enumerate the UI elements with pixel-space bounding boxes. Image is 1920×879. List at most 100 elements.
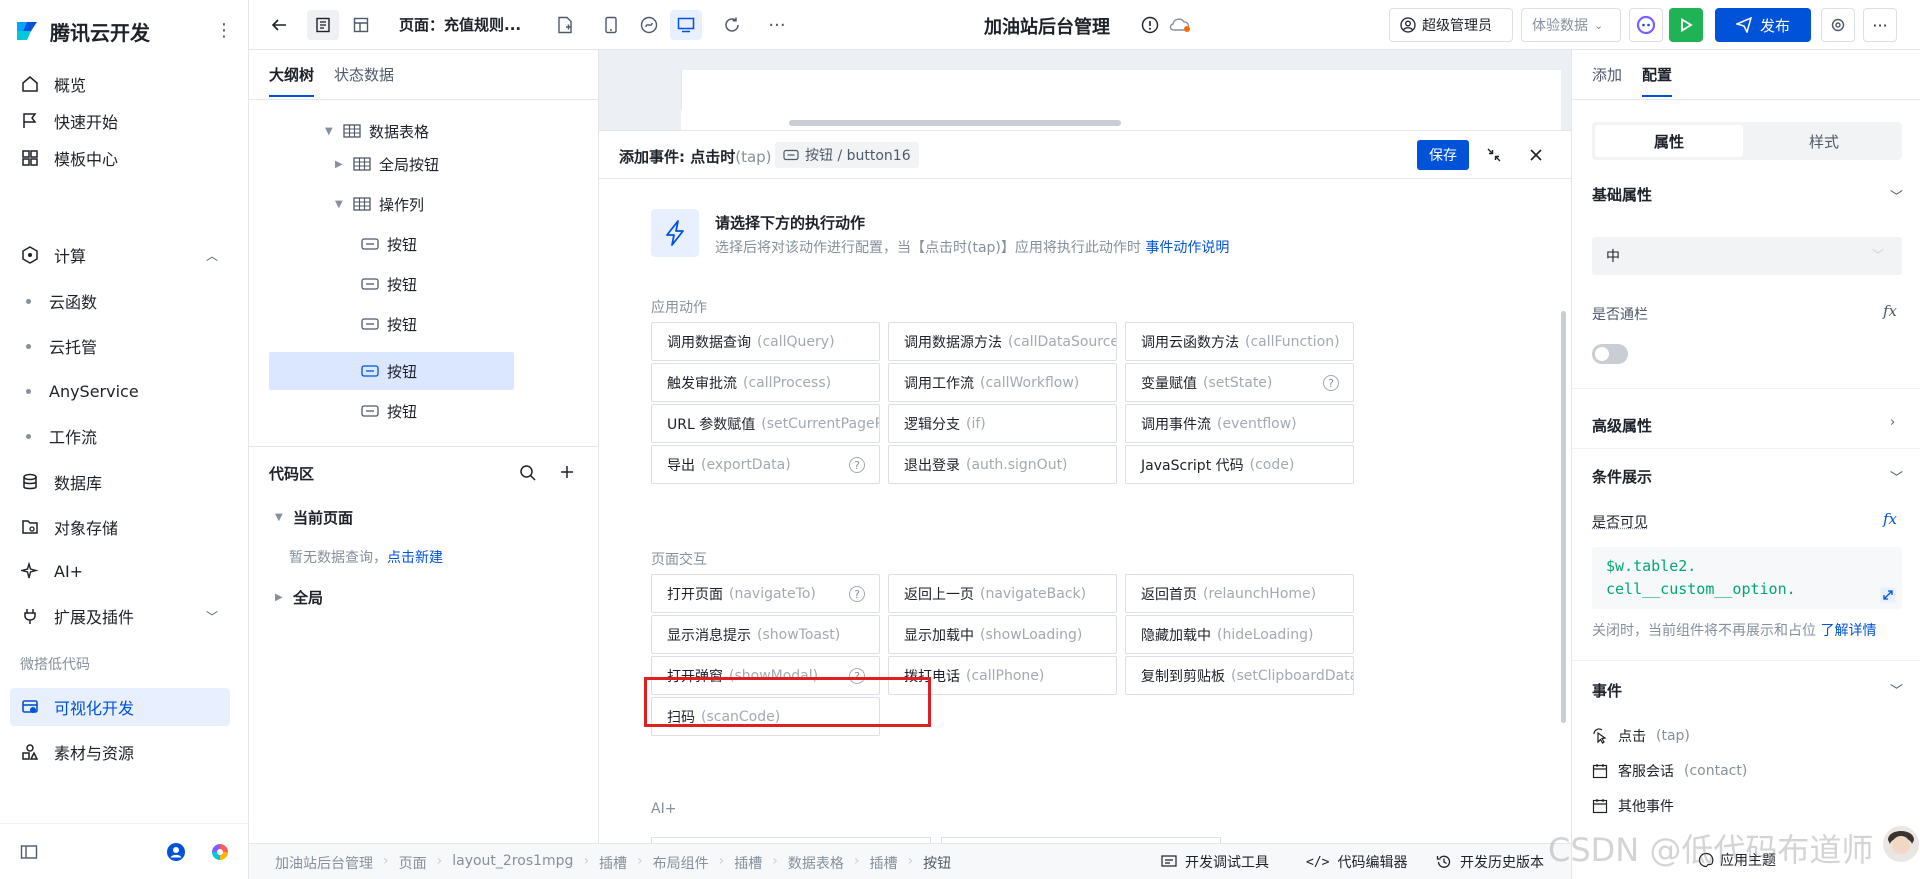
chevron-right-icon[interactable]: › [1890,415,1895,430]
code-global[interactable]: ▶ 全局 [275,578,323,616]
breadcrumb-item[interactable]: 插槽 [869,853,897,873]
dev-debug-tools-button[interactable]: 开发调试工具 [1161,852,1269,872]
sidebar-item-quickstart[interactable]: 快速开始 [10,102,230,140]
help-circle-icon[interactable]: ? [849,586,865,602]
sidebar-item-anyservice[interactable]: AnyService [10,372,230,410]
info-icon[interactable] [1134,10,1166,40]
size-select[interactable]: 中 ﹀ [1592,237,1902,275]
sidebar-item-overview[interactable]: 概览 [10,65,230,103]
tree-node-button-selected[interactable]: 按钮 [269,352,514,390]
breadcrumb-item[interactable]: 页面 [399,853,427,873]
action-button[interactable]: 调用数据源方法 (callDataSource) [888,322,1117,361]
action-button[interactable]: JavaScript 代码 (code) [1125,445,1354,484]
canvas-horizontal-scrollbar[interactable] [789,120,1121,126]
sidebar-item-cloudrun[interactable]: 云托管 [10,327,230,365]
cloud-status-icon[interactable] [1164,10,1196,40]
breadcrumb-item[interactable]: 按钮 [923,853,951,873]
action-button[interactable]: 隐藏加载中 (hideLoading) [1125,615,1354,654]
breadcrumb-item[interactable]: 插槽 [599,853,627,873]
breadcrumb-item[interactable]: layout_2ros1mpg [452,853,573,873]
refresh-icon[interactable] [716,10,748,40]
action-button[interactable]: 导出 (exportData)? [651,445,880,484]
action-button[interactable]: 打开页面 (navigateTo)? [651,574,880,613]
help-circle-icon[interactable]: ? [849,457,865,473]
brand[interactable]: 腾讯云开发 [14,14,150,48]
code-editor-button[interactable]: </> 代码编辑器 [1306,852,1407,872]
basic-properties-title[interactable]: 基础属性 [1592,184,1652,205]
action-button[interactable]: URL 参数赋值 (setCurrentPagePara... [651,404,880,443]
more-vertical-icon[interactable]: ⋮ [214,18,234,42]
formula-fx-icon[interactable]: fx [1883,510,1897,528]
action-button[interactable]: 退出登录 (auth.signOut) [888,445,1117,484]
tab-outline-tree[interactable]: 大纲树 [269,64,314,97]
action-button[interactable]: 显示加载中 (showLoading) [888,615,1117,654]
event-doc-link[interactable]: 事件动作说明 [1145,240,1229,256]
learn-more-link[interactable]: 了解详情 [1820,623,1876,639]
visible-expression-editor[interactable]: $w.table2. cell__custom__option. [1592,547,1902,609]
layout-icon[interactable] [345,10,377,40]
page-selector[interactable]: 页面：充值规则... [399,14,521,35]
sidebar-item-functions[interactable]: 云函数 [10,282,230,320]
breadcrumb-item[interactable]: 数据表格 [788,853,844,873]
desktop-view-icon[interactable] [670,10,702,40]
publish-button[interactable]: 发布 [1715,8,1811,42]
save-button[interactable]: 保存 [1417,140,1469,170]
tree-node-button[interactable]: 按钮 [361,265,561,303]
chevron-down-icon[interactable]: ﹀ [1890,186,1903,205]
minimize-icon[interactable] [1486,147,1502,163]
tree-node-action-column[interactable]: ▼ 操作列 [335,185,575,223]
dialog-vertical-scrollbar[interactable] [1561,311,1566,723]
mobile-view-icon[interactable] [595,10,627,40]
chevron-down-icon[interactable]: ﹀ [1890,680,1903,699]
user-avatar-icon[interactable] [166,842,186,862]
tab-state-data[interactable]: 状态数据 [334,64,394,97]
action-button[interactable]: 逻辑分支 (if) [888,404,1117,443]
page-list-icon[interactable] [307,10,339,40]
sidebar-item-ai[interactable]: AI+ [10,552,230,590]
breadcrumb-item[interactable]: 加油站后台管理 [275,853,373,873]
tab-add[interactable]: 添加 [1592,64,1622,97]
sidebar-item-templates[interactable]: 模板中心 [10,139,230,177]
breadcrumb-item[interactable]: 布局组件 [653,853,709,873]
action-button[interactable]: 显示消息提示 (showToast) [651,615,880,654]
action-button[interactable]: 调用云函数方法 (callFunction) [1125,322,1354,361]
action-button[interactable]: 复制到剪贴板 (setClipboardData) [1125,656,1354,695]
sidebar-item-workflow[interactable]: 工作流 [10,417,230,455]
seg-style[interactable]: 样式 [1750,125,1898,157]
create-query-link[interactable]: 点击新建 [387,550,443,566]
expand-editor-icon[interactable] [1880,587,1896,603]
preview-button[interactable] [1669,8,1703,42]
data-env-select[interactable]: 体验数据 ⌄ [1521,8,1621,42]
event-item-tap[interactable]: 点击 (tap) [1592,726,1690,746]
pinwheel-icon[interactable] [210,842,230,862]
help-circle-icon[interactable]: ? [1323,375,1339,391]
more-horizontal-icon[interactable]: ··· [761,10,793,40]
miniprogram-view-icon[interactable] [633,10,665,40]
sidebar-item-storage[interactable]: 对象存储 [10,508,230,546]
sidebar-item-assets[interactable]: 素材与资源 [10,733,230,771]
tree-node-button[interactable]: 按钮 [361,305,561,343]
action-button[interactable]: 触发审批流 (callProcess) [651,363,880,402]
sidebar-item-extensions[interactable]: 扩展及插件 ﹀ [10,597,230,635]
new-page-icon[interactable] [549,10,581,40]
admin-role-button[interactable]: 超级管理员 [1389,8,1513,42]
sidebar-item-compute[interactable]: 计算 ︿ [10,236,230,274]
formula-fx-icon[interactable]: fx [1883,302,1897,320]
more-menu-button[interactable]: ··· [1863,8,1897,42]
code-current-page[interactable]: ▼ 当前页面 [275,498,353,536]
tree-node-button[interactable]: 按钮 [361,225,561,263]
sidebar-item-visual-dev[interactable]: 可视化开发 [10,688,230,726]
chevron-down-icon[interactable]: ﹀ [1890,467,1903,486]
search-icon[interactable] [519,464,537,482]
event-item-contact[interactable]: 客服会话 (contact) [1592,761,1747,781]
action-button[interactable]: 调用事件流 (eventflow) [1125,404,1354,443]
action-button[interactable]: 调用数据查询 (callQuery) [651,322,880,361]
event-item-other[interactable]: 其他事件 [1592,796,1674,816]
dev-history-button[interactable]: 开发历史版本 [1436,852,1544,872]
tree-node-button[interactable]: 按钮 [361,392,561,430]
tree-node-global-buttons[interactable]: ▶ 全局按钮 [335,145,575,183]
action-button[interactable]: 返回上一页 (navigateBack) [888,574,1117,613]
full-width-switch[interactable] [1592,344,1628,364]
assistant-avatar[interactable] [1882,820,1920,868]
collapse-sidebar-icon[interactable] [20,843,38,861]
